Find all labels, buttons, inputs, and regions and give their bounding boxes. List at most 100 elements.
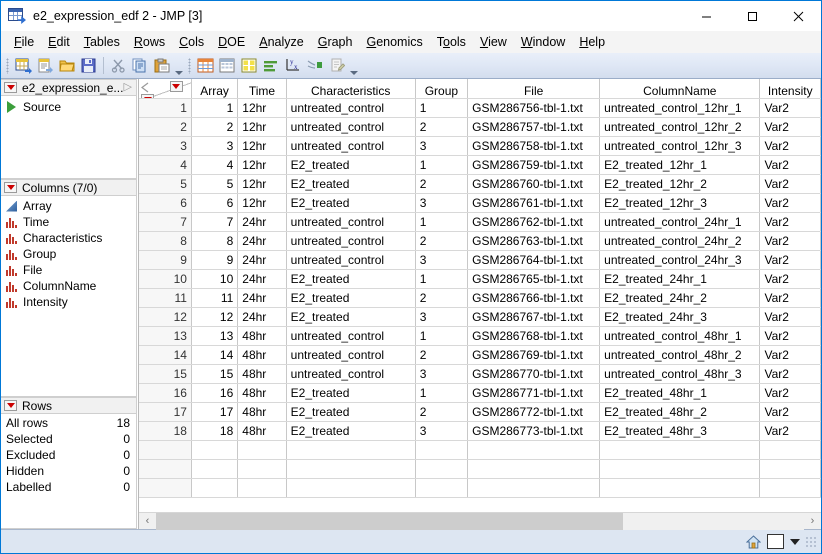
table-row[interactable]: 4412hrE2_treated1GSM286759-tbl-1.txtE2_t… [139, 155, 821, 174]
cell-characteristics[interactable]: E2_treated [286, 421, 415, 440]
cell-intensity[interactable]: Var2 [760, 402, 821, 421]
table-row[interactable]: 2212hruntreated_control2GSM286757-tbl-1.… [139, 117, 821, 136]
cell-characteristics[interactable]: E2_treated [286, 193, 415, 212]
column-item-array[interactable]: Array [1, 198, 136, 214]
cell-file[interactable]: GSM286767-tbl-1.txt [468, 307, 600, 326]
table-row[interactable]: 3312hruntreated_control3GSM286758-tbl-1.… [139, 136, 821, 155]
cell-array[interactable]: 1 [191, 98, 237, 117]
cell-group[interactable]: 1 [415, 269, 467, 288]
chart-bars-icon[interactable] [260, 55, 282, 77]
cell-group[interactable]: 1 [415, 383, 467, 402]
cell-characteristics[interactable]: untreated_control [286, 250, 415, 269]
caret-down-icon[interactable] [788, 532, 802, 552]
cell-group[interactable]: 2 [415, 231, 467, 250]
menu-genomics[interactable]: Genomics [359, 33, 429, 51]
cell-file[interactable]: GSM286766-tbl-1.txt [468, 288, 600, 307]
cell-group[interactable]: 1 [415, 98, 467, 117]
cell-characteristics[interactable]: E2_treated [286, 174, 415, 193]
column-item-characteristics[interactable]: Characteristics [1, 230, 136, 246]
open-folder-icon[interactable] [56, 55, 78, 77]
toolbar-overflow-2[interactable] [348, 55, 360, 77]
cell-file[interactable]: GSM286762-tbl-1.txt [468, 212, 600, 231]
column-header-time[interactable]: Time [238, 79, 286, 98]
cell-group[interactable]: 2 [415, 117, 467, 136]
cell-columnname[interactable]: E2_treated_48hr_1 [600, 383, 760, 402]
menu-tools[interactable]: Tools [430, 33, 473, 51]
scrollbar-track[interactable] [156, 513, 804, 530]
new-script-icon[interactable] [34, 55, 56, 77]
cell-intensity[interactable]: Var2 [760, 117, 821, 136]
cell-file[interactable]: GSM286763-tbl-1.txt [468, 231, 600, 250]
column-item-time[interactable]: Time [1, 214, 136, 230]
menu-tables[interactable]: Tables [77, 33, 127, 51]
cell-group[interactable]: 2 [415, 345, 467, 364]
cell-time[interactable]: 12hr [238, 193, 286, 212]
cell-columnname[interactable]: untreated_control_24hr_3 [600, 250, 760, 269]
cell-intensity[interactable]: Var2 [760, 307, 821, 326]
cell-array[interactable]: 15 [191, 364, 237, 383]
cell-array[interactable]: 3 [191, 136, 237, 155]
cell-array[interactable]: 18 [191, 421, 237, 440]
cell-group[interactable]: 3 [415, 250, 467, 269]
cut-scissors-icon[interactable] [107, 55, 129, 77]
cell-characteristics[interactable]: E2_treated [286, 269, 415, 288]
overlay-plot-icon[interactable]: y x [282, 55, 304, 77]
menu-analyze[interactable]: Analyze [252, 33, 310, 51]
row-number[interactable]: 14 [139, 345, 191, 364]
cell-time[interactable]: 24hr [238, 212, 286, 231]
table-panel-header[interactable]: e2_expression_e... ▷ [1, 79, 137, 96]
cell-group[interactable]: 1 [415, 326, 467, 345]
script-editor-icon[interactable] [326, 55, 348, 77]
toolbar-grip[interactable] [6, 58, 9, 74]
table-row[interactable]: 121224hrE2_treated3GSM286767-tbl-1.txtE2… [139, 307, 821, 326]
column-item-columnname[interactable]: ColumnName [1, 278, 136, 294]
cell-time[interactable]: 24hr [238, 269, 286, 288]
cell-file[interactable]: GSM286758-tbl-1.txt [468, 136, 600, 155]
column-item-group[interactable]: Group [1, 246, 136, 262]
cell-time[interactable]: 48hr [238, 326, 286, 345]
table-item-source[interactable]: Source [1, 99, 136, 115]
cell-file[interactable]: GSM286759-tbl-1.txt [468, 155, 600, 174]
paste-clipboard-icon[interactable] [151, 55, 173, 77]
column-item-file[interactable]: File [1, 262, 136, 278]
row-number[interactable]: 1 [139, 98, 191, 117]
cell-characteristics[interactable]: untreated_control [286, 212, 415, 231]
cell-columnname[interactable]: untreated_control_24hr_2 [600, 231, 760, 250]
cell-group[interactable]: 2 [415, 402, 467, 421]
cell-intensity[interactable]: Var2 [760, 383, 821, 402]
cell-file[interactable]: GSM286773-tbl-1.txt [468, 421, 600, 440]
toolbar-overflow-1[interactable] [173, 55, 185, 77]
cell-time[interactable]: 48hr [238, 364, 286, 383]
cell-array[interactable]: 7 [191, 212, 237, 231]
minimize-button[interactable] [683, 1, 729, 31]
cell-intensity[interactable]: Var2 [760, 98, 821, 117]
cell-intensity[interactable]: Var2 [760, 269, 821, 288]
row-number[interactable]: 4 [139, 155, 191, 174]
cell-characteristics[interactable]: E2_treated [286, 155, 415, 174]
distribution-icon[interactable] [194, 55, 216, 77]
cell-group[interactable]: 1 [415, 212, 467, 231]
row-number[interactable]: 3 [139, 136, 191, 155]
cell-file[interactable]: GSM286768-tbl-1.txt [468, 326, 600, 345]
cell-time[interactable]: 48hr [238, 383, 286, 402]
table-row[interactable]: 151548hruntreated_control3GSM286770-tbl-… [139, 364, 821, 383]
cell-characteristics[interactable]: untreated_control [286, 345, 415, 364]
cell-time[interactable]: 12hr [238, 136, 286, 155]
cell-intensity[interactable]: Var2 [760, 250, 821, 269]
cell-file[interactable]: GSM286757-tbl-1.txt [468, 117, 600, 136]
menu-file[interactable]: File [7, 33, 41, 51]
row-number[interactable]: 9 [139, 250, 191, 269]
cell-intensity[interactable]: Var2 [760, 193, 821, 212]
columns-menu-icon[interactable] [170, 81, 183, 92]
cell-characteristics[interactable]: untreated_control [286, 117, 415, 136]
row-number[interactable]: 7 [139, 212, 191, 231]
rows-stat-hidden[interactable]: Hidden 0 [1, 463, 136, 479]
status-display-box[interactable] [767, 532, 784, 552]
cell-intensity[interactable]: Var2 [760, 345, 821, 364]
cell-group[interactable]: 3 [415, 307, 467, 326]
cell-group[interactable]: 3 [415, 193, 467, 212]
column-header-intensity[interactable]: Intensity [760, 79, 821, 98]
cell-columnname[interactable]: untreated_control_48hr_3 [600, 364, 760, 383]
cell-columnname[interactable]: untreated_control_48hr_2 [600, 345, 760, 364]
cell-intensity[interactable]: Var2 [760, 421, 821, 440]
